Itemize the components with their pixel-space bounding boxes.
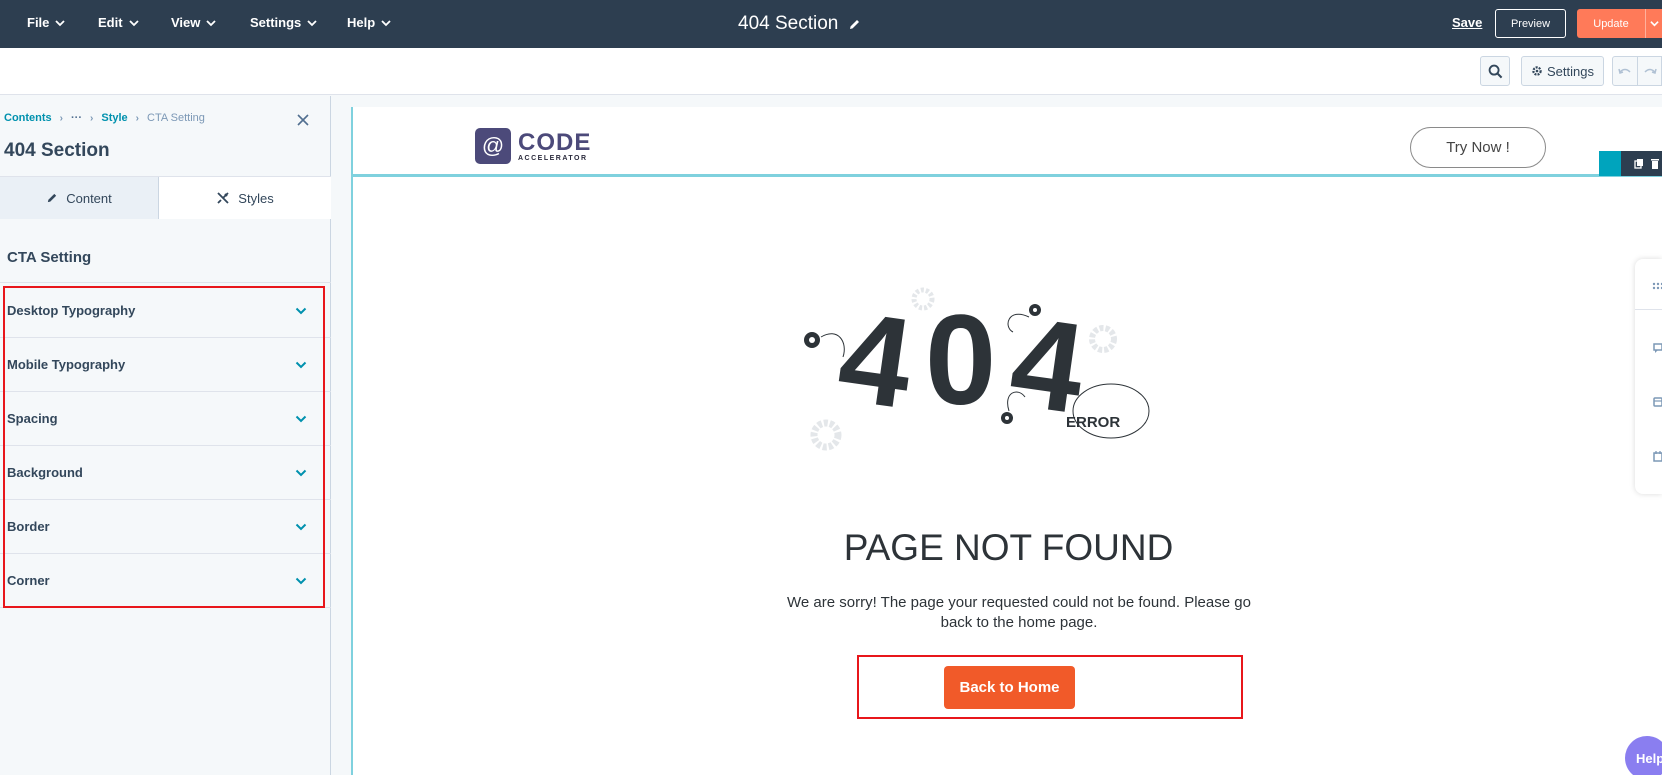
duplicate-icon[interactable]: [1634, 158, 1644, 169]
document-title-text: 404 Section: [738, 13, 839, 34]
update-dropdown-toggle[interactable]: [1645, 9, 1662, 38]
logo-wordmark: CODE ACCELERATOR: [518, 128, 592, 162]
breadcrumb-separator: ›: [135, 112, 139, 124]
breadcrumb-separator: ›: [59, 112, 64, 124]
breadcrumb-ellipsis[interactable]: ···: [71, 112, 82, 124]
breadcrumb-separator: ›: [90, 112, 94, 124]
settings-button[interactable]: Settings: [1521, 56, 1604, 86]
page-not-found-message[interactable]: We are sorry! The page your requested co…: [774, 593, 1264, 633]
redo-icon: [1643, 68, 1657, 74]
logo-at-icon: @: [475, 128, 511, 164]
divider: [1635, 309, 1662, 310]
back-to-home-button[interactable]: Back to Home: [944, 666, 1075, 709]
site-header[interactable]: @ CODE ACCELERATOR Try Now !: [353, 107, 1662, 177]
editor-toolbar: Settings: [0, 48, 1662, 95]
right-tool-rail: [1635, 259, 1662, 494]
logo-name: CODE: [518, 128, 592, 156]
panel-tabs: Content Styles: [0, 176, 331, 219]
style-accordion-list: Desktop Typography Mobile Typography Spa…: [0, 284, 331, 608]
settings-button-label: Settings: [1547, 63, 1594, 79]
module-sidebar: Contents › ··· › Style › CTA Setting 404…: [0, 96, 331, 775]
undo-button[interactable]: [1612, 56, 1638, 86]
menu-help-label: Help: [347, 15, 376, 30]
undo-icon: [1618, 68, 1631, 74]
accordion-label: Spacing: [7, 411, 58, 426]
chevron-down-icon: [55, 19, 66, 26]
chevron-down-icon: [295, 415, 307, 422]
update-button[interactable]: Update: [1577, 9, 1662, 38]
page-not-found-heading[interactable]: PAGE NOT FOUND: [353, 527, 1662, 569]
menu-file[interactable]: File: [27, 15, 66, 30]
redo-button[interactable]: [1638, 56, 1662, 86]
chevron-down-icon: [295, 469, 307, 476]
logo-tagline: ACCELERATOR: [518, 154, 588, 162]
accordion-label: Desktop Typography: [7, 303, 136, 318]
pencil-icon: [48, 193, 57, 203]
menu-edit-label: Edit: [98, 15, 123, 30]
page-preview-canvas: @ CODE ACCELERATOR Try Now ! 4 0 4 ERROR…: [351, 107, 1662, 775]
trash-icon[interactable]: [1650, 158, 1660, 169]
styles-icon: [217, 192, 229, 204]
chevron-down-icon: [295, 307, 307, 314]
accordion-border[interactable]: Border: [0, 500, 331, 554]
menu-settings-label: Settings: [250, 15, 302, 30]
menu-view-label: View: [171, 15, 201, 30]
chevron-down-icon: [295, 361, 307, 368]
menu-file-label: File: [27, 15, 50, 30]
tab-content-label: Content: [66, 190, 112, 206]
help-button[interactable]: Help: [1625, 736, 1662, 775]
update-button-label: Update: [1593, 17, 1629, 30]
tab-styles-label: Styles: [238, 190, 274, 206]
breadcrumb-contents[interactable]: Contents: [4, 112, 52, 124]
menu-edit[interactable]: Edit: [98, 15, 139, 30]
accordion-corner[interactable]: Corner: [0, 554, 331, 608]
chevron-down-icon: [206, 19, 217, 26]
error-label: ERROR: [1066, 414, 1121, 431]
digit-zero: 0: [925, 289, 997, 432]
chevron-down-icon: [295, 577, 307, 584]
divider: [0, 282, 331, 283]
gear-icon: [1532, 66, 1542, 76]
preview-button[interactable]: Preview: [1495, 9, 1566, 38]
chevron-down-icon: [128, 19, 139, 26]
accordion-desktop-typography[interactable]: Desktop Typography: [0, 284, 331, 338]
search-icon: [1488, 64, 1502, 78]
try-now-button[interactable]: Try Now !: [1410, 127, 1546, 168]
calendar-icon[interactable]: [1652, 450, 1662, 462]
site-logo: @ CODE ACCELERATOR: [475, 128, 591, 164]
breadcrumb-style[interactable]: Style: [101, 112, 127, 124]
panel-title: 404 Section: [4, 140, 110, 161]
accordion-label: Background: [7, 465, 83, 480]
menu-view[interactable]: View: [171, 15, 217, 30]
accordion-label: Corner: [7, 573, 50, 588]
pencil-icon[interactable]: [848, 18, 861, 31]
comment-icon[interactable]: [1652, 342, 1662, 354]
window-icon[interactable]: [1652, 396, 1662, 408]
chevron-down-icon: [295, 523, 307, 530]
breadcrumb: Contents › ··· › Style › CTA Setting: [4, 112, 205, 124]
menu-settings[interactable]: Settings: [250, 15, 317, 30]
grid-icon[interactable]: [1652, 280, 1662, 292]
accordion-label: Border: [7, 519, 50, 534]
search-button[interactable]: [1480, 56, 1510, 86]
document-title[interactable]: 404 Section: [738, 13, 861, 35]
top-navbar: File Edit View Settings Help 404 Section…: [0, 0, 1662, 48]
close-icon[interactable]: [296, 113, 310, 127]
module-toolbar: [1599, 151, 1662, 176]
breadcrumb-current: CTA Setting: [147, 112, 205, 124]
tab-styles[interactable]: Styles: [159, 177, 331, 219]
chevron-down-icon: [1649, 21, 1659, 27]
tab-content[interactable]: Content: [0, 177, 159, 219]
accordion-spacing[interactable]: Spacing: [0, 392, 331, 446]
accordion-mobile-typography[interactable]: Mobile Typography: [0, 338, 331, 392]
section-title: CTA Setting: [7, 249, 92, 266]
accordion-background[interactable]: Background: [0, 446, 331, 500]
accordion-label: Mobile Typography: [7, 357, 126, 372]
chevron-down-icon: [381, 19, 391, 26]
chevron-down-icon: [307, 19, 317, 26]
menu-help[interactable]: Help: [347, 15, 391, 30]
save-button[interactable]: Save: [1452, 15, 1482, 30]
